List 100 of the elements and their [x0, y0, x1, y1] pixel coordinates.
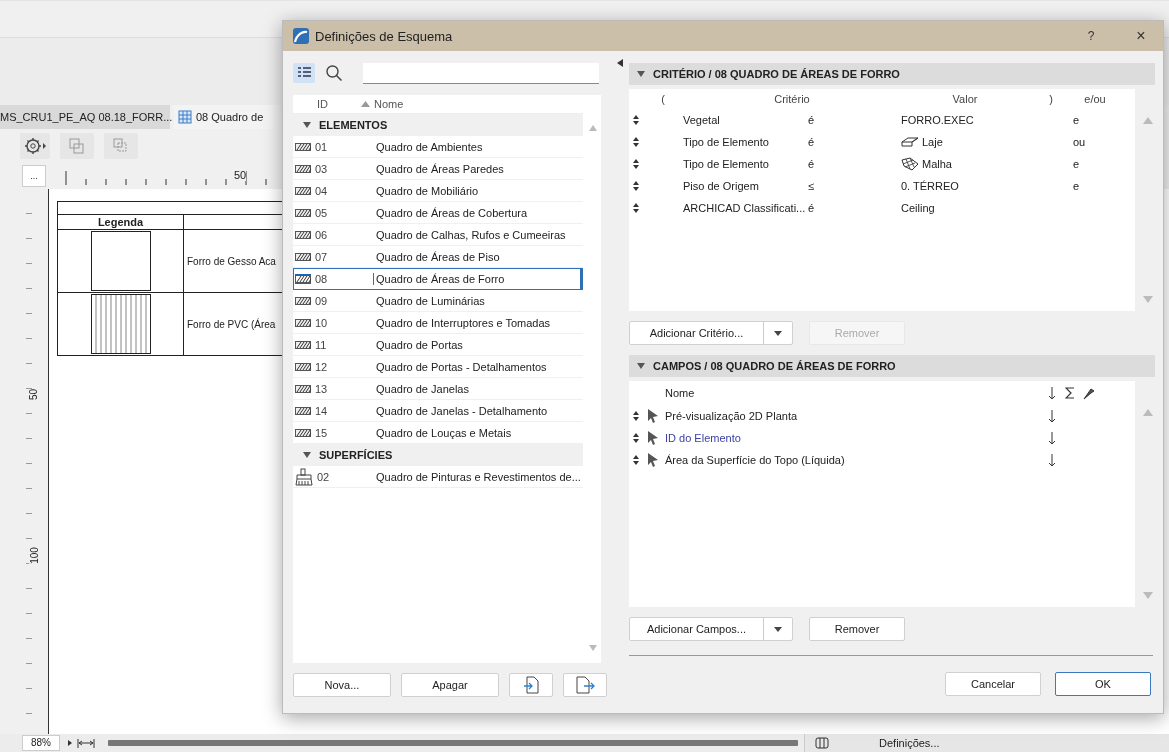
- remove-button[interactable]: Remover: [809, 617, 905, 641]
- scroll-down-icon: [1143, 592, 1153, 599]
- import-button[interactable]: [509, 673, 553, 697]
- list-item[interactable]: 02 Quadro de Pinturas e Revestimentos de...: [293, 466, 583, 488]
- help-button[interactable]: ?: [1069, 21, 1113, 51]
- table-cell-text: é: [808, 114, 816, 126]
- table-cell: Forro de Gesso Aca: [187, 255, 276, 267]
- hatch-icon: [295, 295, 311, 306]
- document-tab[interactable]: MS_CRU1_PE_AQ 08.18_FORR...: [0, 105, 170, 129]
- table-cell-text: FORRO.EXEC: [901, 114, 975, 126]
- column-header: e/ou: [1083, 93, 1107, 105]
- hatch-icon: [295, 361, 311, 372]
- tree-view-icon[interactable]: [293, 63, 315, 83]
- reorder-handle-icon[interactable]: [633, 411, 639, 421]
- fit-width-icon[interactable]: [66, 737, 96, 749]
- table-cell-text: Área da Superfície do Topo (Líquida): [664, 454, 846, 466]
- table-cell-text: Tipo de Elemento: [683, 136, 770, 148]
- scroll-up-icon: [589, 125, 597, 131]
- collapse-arrow-icon: [637, 363, 645, 369]
- collapse-arrow-icon: [637, 71, 645, 77]
- section-header[interactable]: CRITÉRIO / 08 QUADRO DE ÁREAS DE FORRO: [629, 63, 1155, 85]
- reorder-handle-icon[interactable]: [633, 137, 639, 147]
- panel-icon[interactable]: [815, 737, 829, 749]
- ruler-label: 50: [234, 169, 247, 181]
- button[interactable]: Nova...: [293, 673, 391, 697]
- collapse-panel-icon[interactable]: [617, 59, 623, 67]
- reorder-handle-icon[interactable]: [633, 159, 639, 169]
- table-cell-text: 0. TÉRREO: [901, 180, 960, 192]
- scrollbar[interactable]: [108, 740, 798, 746]
- column-header: (: [660, 93, 666, 105]
- table-icon: [178, 110, 192, 124]
- table-cell-text: é: [808, 136, 816, 148]
- hatch-icon: [295, 339, 311, 350]
- import-icon: [523, 676, 539, 694]
- app-logo-icon: [293, 28, 309, 44]
- collapse-arrow-icon: [303, 452, 311, 458]
- table-cell-text: e: [1073, 158, 1081, 170]
- table-cell: Laje: [901, 136, 1029, 148]
- reorder-handle-icon[interactable]: [633, 433, 639, 443]
- hatch-icon: [295, 185, 311, 196]
- sort-down-icon: [1047, 453, 1057, 467]
- list-item[interactable]: 08 Quadro de Áreas de Forro: [293, 268, 583, 290]
- window-title: Definições de Esquema: [315, 28, 454, 44]
- table-cell-text: Piso de Origem: [683, 180, 760, 192]
- hatch-icon: [295, 229, 311, 240]
- hatch-icon: [295, 251, 311, 262]
- slab-icon: [901, 136, 919, 148]
- pen-icon: [1083, 386, 1095, 400]
- export-button[interactable]: [563, 673, 607, 697]
- table-header: Legenda: [58, 215, 184, 229]
- hatch-icon: [295, 405, 311, 416]
- search-icon[interactable]: [325, 64, 343, 82]
- hatch-icon: [295, 383, 311, 394]
- hatch-icon: [295, 427, 311, 438]
- hatch-icon: [295, 317, 311, 328]
- sort-ascending-icon: [361, 101, 370, 107]
- settings-button[interactable]: Definições...: [849, 737, 970, 749]
- table-cell-text: é: [808, 202, 816, 214]
- dropdown-button[interactable]: Adicionar Critério...: [629, 321, 793, 345]
- column-header[interactable]: ID: [293, 98, 373, 110]
- reorder-handle-icon[interactable]: [633, 203, 639, 213]
- hatch-icon: [295, 207, 311, 218]
- export-icon: [575, 676, 595, 694]
- table-cell-text: ≤: [808, 180, 816, 192]
- column-header[interactable]: Nome: [373, 98, 404, 110]
- hatch-icon: [295, 163, 311, 174]
- section-header[interactable]: CAMPOS / 08 QUADRO DE ÁREAS DE FORRO: [629, 355, 1155, 377]
- hatch-icon: [295, 141, 311, 152]
- caret-icon: [774, 330, 782, 336]
- scroll-up-icon: [1143, 117, 1153, 124]
- group-header[interactable]: ELEMENTOS: [293, 114, 583, 136]
- group-header[interactable]: SUPERFÍCIES: [293, 444, 583, 466]
- table-cell: Malha: [901, 157, 1029, 171]
- paint-brush-icon: [295, 467, 313, 486]
- reorder-handle-icon[interactable]: [633, 181, 639, 191]
- table-cell-text: Ceiling: [901, 202, 936, 214]
- search-field[interactable]: [363, 62, 599, 84]
- ruler-options-button[interactable]: ...: [22, 165, 46, 187]
- table-cell: Forro de PVC (Área: [187, 318, 276, 330]
- ruler-label: 50: [28, 388, 40, 401]
- cursor-arrow-icon: [647, 408, 659, 424]
- table-cell-text: ID do Elemento: [664, 432, 742, 444]
- settings-icon[interactable]: [20, 133, 50, 159]
- table-cell-text: e: [1073, 180, 1081, 192]
- button[interactable]: OK: [1055, 672, 1151, 696]
- ruler-label: 100: [28, 547, 40, 564]
- column-header: Nome: [664, 387, 696, 399]
- column-header: Critério: [773, 93, 811, 105]
- cursor-arrow-icon: [647, 430, 659, 446]
- zoom-field[interactable]: 88%: [22, 735, 60, 751]
- sort-down-icon: [1047, 409, 1057, 423]
- button[interactable]: Cancelar: [945, 672, 1041, 696]
- reorder-handle-icon[interactable]: [633, 115, 639, 125]
- dropdown-button[interactable]: Adicionar Campos...: [629, 617, 793, 641]
- table-cell-text: Pré-visualização 2D Planta: [664, 410, 799, 422]
- close-button[interactable]: ×: [1119, 21, 1163, 51]
- reorder-handle-icon[interactable]: [633, 455, 639, 465]
- button[interactable]: Apagar: [401, 673, 499, 697]
- hatch-icon: [295, 273, 311, 284]
- column-header: ): [1048, 93, 1054, 105]
